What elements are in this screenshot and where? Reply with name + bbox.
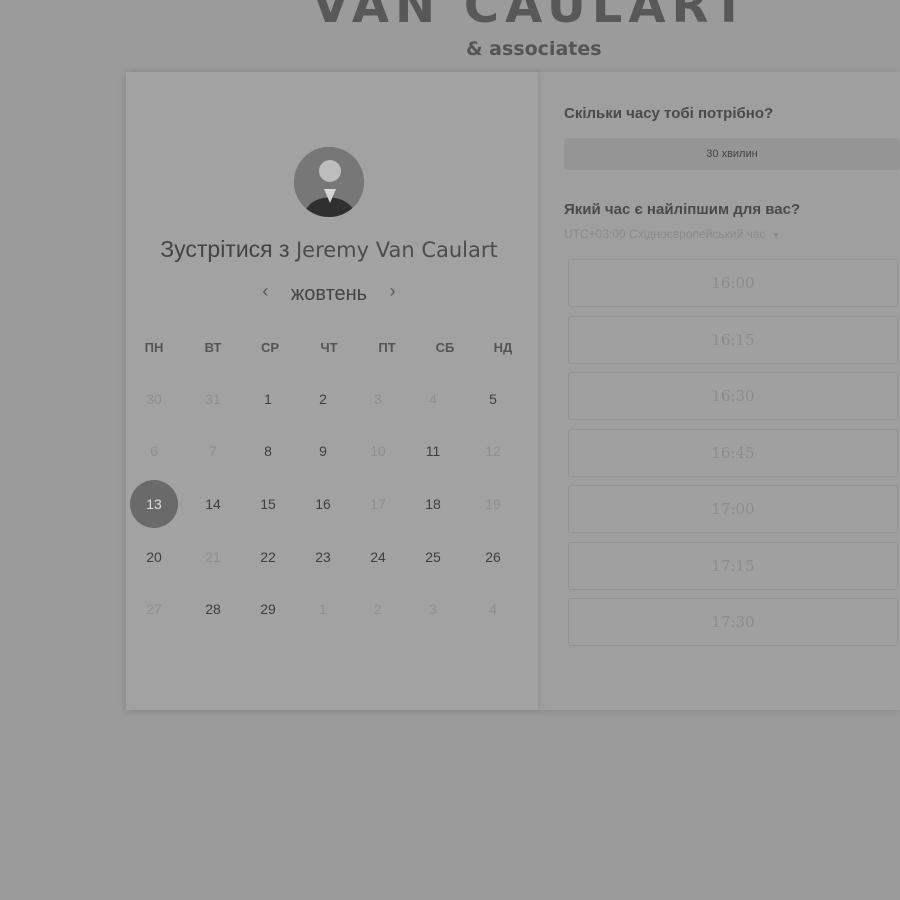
calendar-day: 4: [429, 391, 437, 407]
time-slot-button[interactable]: 17:30: [568, 598, 898, 646]
calendar-day: 19: [485, 496, 501, 512]
calendar-day[interactable]: 20: [130, 533, 178, 581]
weekday-label: НД: [493, 340, 513, 355]
avatar: [294, 147, 364, 217]
time-slot-button[interactable]: 17:00: [568, 485, 898, 533]
host-name: Jeremy Van Caulart: [295, 238, 498, 262]
calendar-day: 10: [370, 443, 386, 459]
calendar-day[interactable]: 14: [189, 480, 237, 528]
time-panel: Скільки часу тобі потрібно? 30 хвилин Як…: [564, 72, 900, 710]
calendar-panel: Зустрітися з Jeremy Van Caulart ‹ жовтен…: [126, 72, 538, 710]
calendar-day[interactable]: 5: [469, 375, 517, 423]
time-slot-button[interactable]: 17:15: [568, 541, 898, 590]
calendar-day: 3: [374, 391, 382, 407]
calendar-day[interactable]: 23: [299, 533, 347, 581]
weekday-label: СР: [260, 340, 280, 355]
weekday-label: ПН: [144, 340, 164, 355]
calendar-day[interactable]: 18: [409, 480, 457, 528]
duration-question: Скільки часу тобі потрібно?: [564, 105, 774, 122]
time-slot-button[interactable]: 16:45: [568, 428, 898, 477]
meeting-title-prefix: Зустрітися з: [160, 236, 290, 262]
calendar-day: 7: [209, 443, 217, 459]
calendar-day[interactable]: 24: [354, 533, 402, 581]
timezone-label: UTC+03:00 Східноєвропейський час: [564, 227, 766, 241]
calendar-day: 1: [319, 601, 327, 617]
chevron-right-icon[interactable]: ›: [383, 281, 403, 302]
calendar-day[interactable]: 26: [469, 533, 517, 581]
duration-option[interactable]: 30 хвилин: [564, 138, 900, 170]
calendar-day: 6: [150, 443, 158, 459]
calendar-day[interactable]: 11: [409, 427, 457, 475]
weekday-label: ВТ: [204, 340, 222, 355]
month-label: жовтень: [290, 283, 368, 305]
calendar-day: 4: [489, 601, 497, 617]
caret-down-icon: ▼: [771, 230, 781, 240]
time-slot-button[interactable]: 16:00: [568, 259, 898, 307]
calendar-day[interactable]: 9: [299, 427, 347, 475]
calendar-day[interactable]: 8: [244, 427, 292, 475]
time-slot-button[interactable]: 16:30: [568, 372, 898, 420]
calendar-day: 31: [205, 391, 221, 407]
calendar-day[interactable]: 2: [299, 375, 347, 423]
weekday-label: ПТ: [378, 340, 396, 355]
calendar-day: 12: [485, 443, 501, 459]
weekday-label: ЧТ: [320, 340, 338, 355]
selected-day[interactable]: 13: [130, 480, 178, 528]
meeting-title: Зустрітися з Jeremy Van Caulart: [126, 236, 532, 263]
calendar-day: 27: [146, 601, 162, 617]
weekday-label: СБ: [435, 340, 455, 355]
calendar-day: 2: [374, 601, 382, 617]
timezone-selector[interactable]: UTC+03:00 Східноєвропейський час ▼: [564, 227, 780, 241]
calendar-day: 3: [429, 601, 437, 617]
month-navigation: ‹ жовтень ›: [126, 281, 532, 306]
chevron-left-icon[interactable]: ‹: [255, 281, 275, 302]
calendar-day: 21: [205, 549, 221, 565]
calendar-day: 30: [146, 391, 162, 407]
calendar-day: 17: [370, 496, 386, 512]
calendar-day[interactable]: 16: [299, 480, 347, 528]
calendar-day[interactable]: 28: [189, 585, 237, 633]
calendar-day[interactable]: 22: [244, 533, 292, 581]
calendar-day[interactable]: 29: [244, 585, 292, 633]
booking-card: Зустрітися з Jeremy Van Caulart ‹ жовтен…: [126, 72, 900, 710]
brand-subtitle: & associates: [466, 38, 602, 60]
brand-title: VAN CAULART: [312, 0, 752, 34]
time-slot-button[interactable]: 16:15: [568, 315, 898, 364]
calendar-day[interactable]: 1: [244, 375, 292, 423]
time-question: Який час є найліпшим для вас?: [564, 201, 801, 218]
calendar-day[interactable]: 25: [409, 533, 457, 581]
calendar-day[interactable]: 15: [244, 480, 292, 528]
